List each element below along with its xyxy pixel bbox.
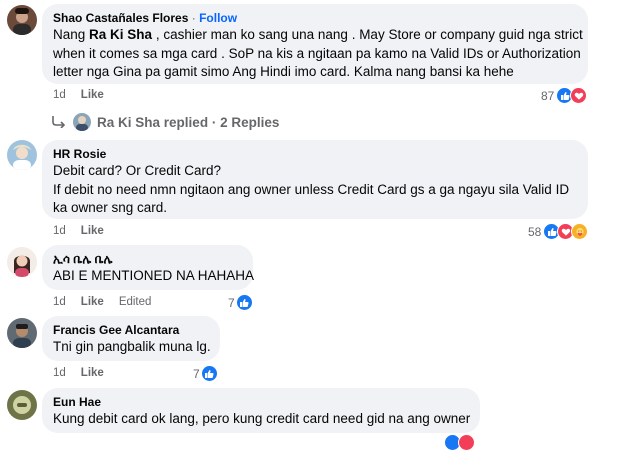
comment-time[interactable]: 1d [53,89,66,101]
comment-bubble: ኢሳ ቤሌ ቤሌ ABI E MENTIONED NA HAHAHA [42,245,255,290]
comment-text: Kung debit card ok lang, pero kung credi… [53,410,471,429]
comment-line: ka owner sng card. [53,200,168,215]
comment-bubble: Eun Hae Kung debit card ok lang, pero ku… [42,388,480,433]
reaction-count: 87 [541,88,555,103]
like-reaction-icon [200,365,218,382]
separator-dot: · [211,114,217,130]
comment-meta: 1d Like [53,89,119,101]
comment-author[interactable]: Shao Castañales Flores [53,11,188,25]
avatar-shao[interactable] [7,5,37,35]
comment-time[interactable]: 1d [53,225,66,237]
like-button[interactable]: Like [81,296,104,308]
comment-text: Nang Ra Ki Sha , cashier man ko sang una… [53,26,583,82]
reply-count: 2 Replies [220,114,280,130]
reaction-summary-partial[interactable] [444,434,475,451]
reply-arrow-icon [52,116,66,128]
reaction-summary[interactable]: 7 [228,294,253,311]
reaction-count: 7 [228,295,235,310]
comment-bubble: Shao Castañales Flores · Follow Nang Ra … [42,4,588,84]
comment-meta: 1d Like [53,367,119,379]
comment-line: Nang Ra Ki Sha , cashier man ko sang una… [53,26,583,45]
reaction-count: 58 [528,224,542,239]
care-reaction-icon [571,223,589,240]
comment-text-segment: Nang [53,27,90,42]
like-button[interactable]: Like [81,89,104,101]
comment-meta: 1d Like Edited [53,296,166,308]
avatar-eun-hae[interactable] [7,390,37,420]
comment-line: when it comes sa mga card . SoP na kis a… [53,45,581,61]
reaction-summary[interactable]: 7 [193,365,218,382]
comment-author[interactable]: HR Rosie [53,146,577,162]
mention-link[interactable]: Ra Ki Sha [89,27,152,42]
comment-text: ABI E MENTIONED NA HAHAHA [53,267,255,286]
reply-avatar [73,113,91,131]
reaction-summary[interactable]: 87 [541,87,588,104]
avatar-isa[interactable] [7,247,37,277]
comment-text: Tni gin pangbalik muna lg. [53,338,211,357]
view-replies-link[interactable]: Ra Ki Sha replied · 2 Replies [52,113,279,131]
avatar-hr-rosie[interactable] [7,140,37,170]
edited-label[interactable]: Edited [119,296,152,308]
comment-line: letter nga Gina pa gamit simo Ang Hindi … [53,64,514,79]
comment-author[interactable]: Eun Hae [53,394,469,410]
comment-line: ABI E MENTIONED NA HAHAHA [53,268,255,283]
follow-button[interactable]: Follow [199,11,237,25]
reaction-summary[interactable]: 58 [528,223,589,240]
avatar-francis[interactable] [7,318,37,348]
like-reaction-icon [235,294,253,311]
comment-line: Tni gin pangbalik muna lg. [53,339,211,354]
comment-author[interactable]: Francis Gee Alcantara [53,322,209,338]
comment-line: If debit no need nmn ngitaon ang owner u… [53,181,570,197]
like-button[interactable]: Like [81,225,104,237]
comment-time[interactable]: 1d [53,367,66,379]
comment-meta: 1d Like [53,225,119,237]
like-button[interactable]: Like [81,367,104,379]
reply-label: replied [163,114,209,130]
separator-dot: · [191,11,196,25]
comment-bubble: Francis Gee Alcantara Tni gin pangbalik … [42,316,220,361]
comment-author[interactable]: ኢሳ ቤሌ ቤሌ [53,251,242,267]
comment-time[interactable]: 1d [53,296,66,308]
comment-line: Debit card? Or Credit Card? [53,163,222,178]
love-reaction-icon [570,87,588,104]
love-reaction-icon [458,434,475,451]
comment-text: Debit card? Or Credit Card? If debit no … [53,162,577,218]
comment-bubble: HR Rosie Debit card? Or Credit Card? If … [42,140,588,219]
reaction-count: 7 [193,366,200,381]
comment-text-segment: , cashier man ko sang una nang . May Sto… [152,27,583,42]
reply-author: Ra Ki Sha [97,114,161,130]
comment-line: Kung debit card ok lang, pero kung credi… [53,411,471,426]
